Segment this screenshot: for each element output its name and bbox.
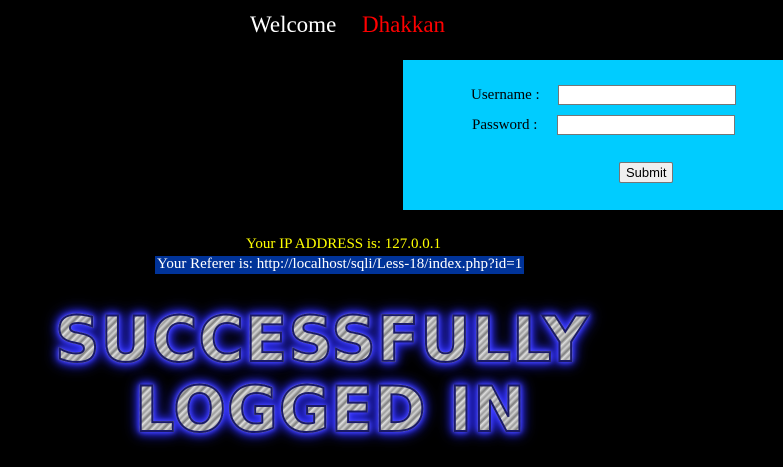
ip-address-text: Your IP ADDRESS is: 127.0.0.1 [246, 236, 442, 252]
welcome-greeting: Welcome [250, 12, 337, 37]
welcome-username: Dhakkan [362, 12, 446, 37]
submit-button[interactable]: Submit [619, 162, 674, 183]
referer-text: Your Referer is: http://localhost/sqli/L… [155, 256, 525, 274]
login-form-panel: Username : Password : Submit [403, 60, 783, 210]
welcome-message: Welcome Dhakkan [250, 12, 445, 38]
password-label: Password : [472, 117, 538, 133]
banner-line-successfully: SUCCESSFULLY [50, 304, 650, 376]
page: Welcome Dhakkan Username : Password : Su… [0, 0, 783, 467]
username-input[interactable] [558, 85, 736, 105]
success-banner: SUCCESSFULLY LOGGED IN [50, 304, 650, 446]
banner-line-logged-in: LOGGED IN [50, 374, 650, 446]
password-input[interactable] [557, 115, 735, 135]
username-label: Username : [471, 87, 540, 103]
